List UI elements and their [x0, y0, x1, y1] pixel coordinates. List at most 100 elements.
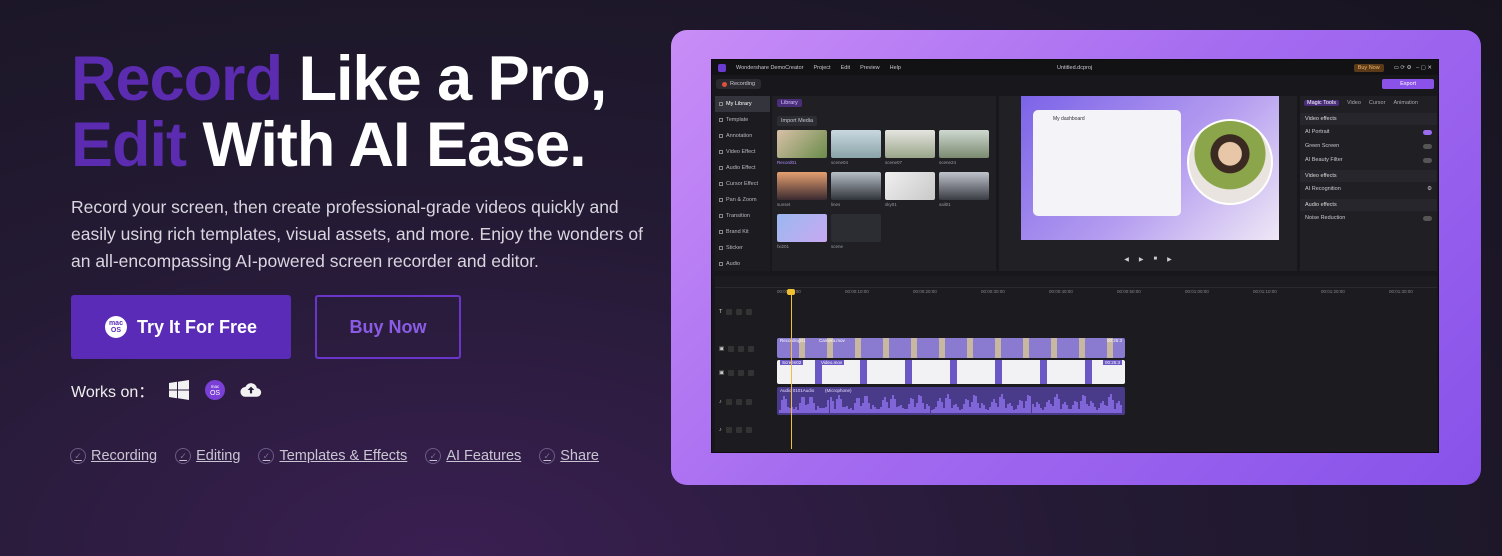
- eye-icon: [738, 346, 745, 352]
- sticker-icon: [719, 246, 723, 250]
- sidebar-item: Cursor Effect: [715, 176, 770, 192]
- file-title: Untitled.dcproj: [1057, 64, 1093, 71]
- menu-preview: Preview: [860, 64, 880, 71]
- record-dot-icon: [722, 81, 727, 87]
- clip-label: Recording01: [780, 338, 806, 343]
- speaker-icon: [748, 346, 755, 352]
- prev-icon: ◀: [1124, 257, 1129, 263]
- speaker-icon: [746, 309, 753, 315]
- screen-clip: Screen02 Video.mov 00:25:3: [777, 360, 1125, 384]
- ruler-mark: 00:00:30:00: [981, 289, 1005, 294]
- headline-accent-edit: Edit: [71, 110, 187, 180]
- stop-icon: ■: [1153, 256, 1158, 262]
- ruler-mark: 00:01:30:00: [1389, 289, 1413, 294]
- webcam-bubble: [1187, 119, 1273, 205]
- clip-sub: (Microphone): [825, 388, 852, 393]
- props-section-head: Video effects: [1300, 170, 1437, 182]
- video-effect-icon: [719, 150, 723, 154]
- preview-canvas: My dashboard: [1021, 96, 1279, 240]
- media-thumbnail: [831, 130, 881, 158]
- check-icon: ✓: [70, 448, 86, 464]
- audio-icon: [719, 262, 723, 266]
- menu-edit: Edit: [840, 64, 851, 71]
- waveform-bar: [1120, 404, 1123, 413]
- toggle-icon: [1423, 129, 1432, 135]
- prop-label: Noise Reduction: [1305, 215, 1346, 221]
- works-on-label: Works on：: [71, 384, 155, 401]
- eye-icon: [735, 399, 742, 405]
- lock-icon: [728, 346, 735, 352]
- media-thumbnail: [831, 172, 881, 200]
- toggle-icon: [1423, 143, 1432, 149]
- sidebar-label: My Library: [726, 101, 752, 107]
- media-name: Record01: [777, 160, 797, 165]
- track-header: ▣: [719, 370, 771, 376]
- properties-panel: Magic Tools Video Cursor Animation Video…: [1300, 96, 1437, 271]
- recording-chip: Recording: [716, 79, 762, 89]
- dashboard-mockup: My dashboard: [1033, 110, 1181, 216]
- sidebar-item: Audio: [715, 256, 770, 272]
- svg-text:OS: OS: [210, 390, 220, 397]
- sidebar-label: Annotation: [726, 133, 753, 139]
- media-thumbnail: [777, 214, 827, 242]
- app-sidebar: My Library Template Annotation Video Eff…: [715, 96, 770, 271]
- media-thumbnail: [831, 214, 881, 242]
- music-track-icon: ♪: [719, 399, 722, 405]
- media-name: sunset: [777, 202, 791, 207]
- media-thumbnail: [777, 172, 827, 200]
- macos-badge-icon: mac OS: [104, 316, 127, 338]
- app-toolbar: Recording Export: [712, 75, 1438, 93]
- check-icon: ✓: [539, 448, 556, 464]
- lock-icon: [726, 309, 733, 315]
- toggle-icon: [1423, 215, 1432, 221]
- transition-icon: [719, 214, 723, 218]
- clip-time: 00:25:3: [1102, 360, 1122, 365]
- ruler-mark: 00:00:10:00: [845, 289, 869, 294]
- library-icon: [719, 102, 723, 106]
- sidebar-item: Sticker: [715, 240, 770, 256]
- text-track-icon: T: [719, 309, 723, 315]
- feature-link-ai[interactable]: ✓ AI Features: [425, 448, 521, 464]
- clip-sub: Video.mov: [819, 360, 845, 365]
- feature-link-share[interactable]: ✓ Share: [539, 448, 599, 464]
- media-thumbnail: [939, 130, 989, 158]
- check-icon: ✓: [425, 448, 442, 464]
- track-header: ♪: [719, 399, 771, 405]
- window-controls-icon: ▭ ⟳ ⚙ – ▢ ✕: [1393, 64, 1432, 71]
- sidebar-label: Transition: [726, 213, 750, 219]
- sidebar-label: Brand Kit: [726, 229, 749, 235]
- clip-label: Audio 0101Audio: [780, 388, 815, 393]
- sidebar-label: Cursor Effect: [726, 181, 758, 187]
- props-tab: Magic Tools: [1304, 100, 1339, 106]
- feature-label: Share: [560, 448, 599, 464]
- props-tab: Video: [1346, 100, 1361, 106]
- headline-line1: Like a Pro,: [282, 44, 608, 114]
- eye-icon: [735, 427, 742, 433]
- feature-link-recording[interactable]: ✓ Recording: [70, 448, 157, 464]
- annotation-icon: [719, 134, 723, 138]
- feature-link-editing[interactable]: ✓ Editing: [175, 448, 240, 464]
- recording-label: Recording: [730, 81, 756, 87]
- check-icon: ✓: [175, 448, 192, 464]
- track-header: ▣: [719, 346, 771, 352]
- try-free-button[interactable]: mac OS Try It For Free: [71, 295, 291, 359]
- sidebar-item: Brand Kit: [715, 224, 770, 240]
- windows-icon[interactable]: [168, 379, 190, 401]
- sidebar-item: Pan & Zoom: [715, 192, 770, 208]
- media-name: sky01: [885, 202, 897, 207]
- buy-now-button[interactable]: Buy Now: [315, 295, 461, 359]
- lock-icon: [725, 399, 732, 405]
- ruler-mark: 00:01:00:00: [1185, 289, 1209, 294]
- library-tab: Library: [777, 99, 802, 107]
- macos-icon[interactable]: mac OS: [204, 379, 226, 401]
- feature-link-templates[interactable]: ✓ Templates & Effects: [258, 448, 407, 464]
- menu-project: Project: [813, 64, 831, 71]
- headline: Record Like a Pro, Edit With AI Ease.: [71, 46, 651, 178]
- feature-links: ✓ Recording ✓ Editing ✓ Templates & Effects…: [70, 448, 599, 464]
- cloud-upload-icon[interactable]: [240, 379, 262, 401]
- sidebar-label: Audio Effect: [726, 165, 756, 171]
- media-name: lines: [831, 202, 841, 207]
- prop-row: AI Portrait: [1300, 125, 1437, 139]
- video-track-icon: ▣: [719, 346, 725, 352]
- gear-icon: ⚙: [1427, 186, 1432, 192]
